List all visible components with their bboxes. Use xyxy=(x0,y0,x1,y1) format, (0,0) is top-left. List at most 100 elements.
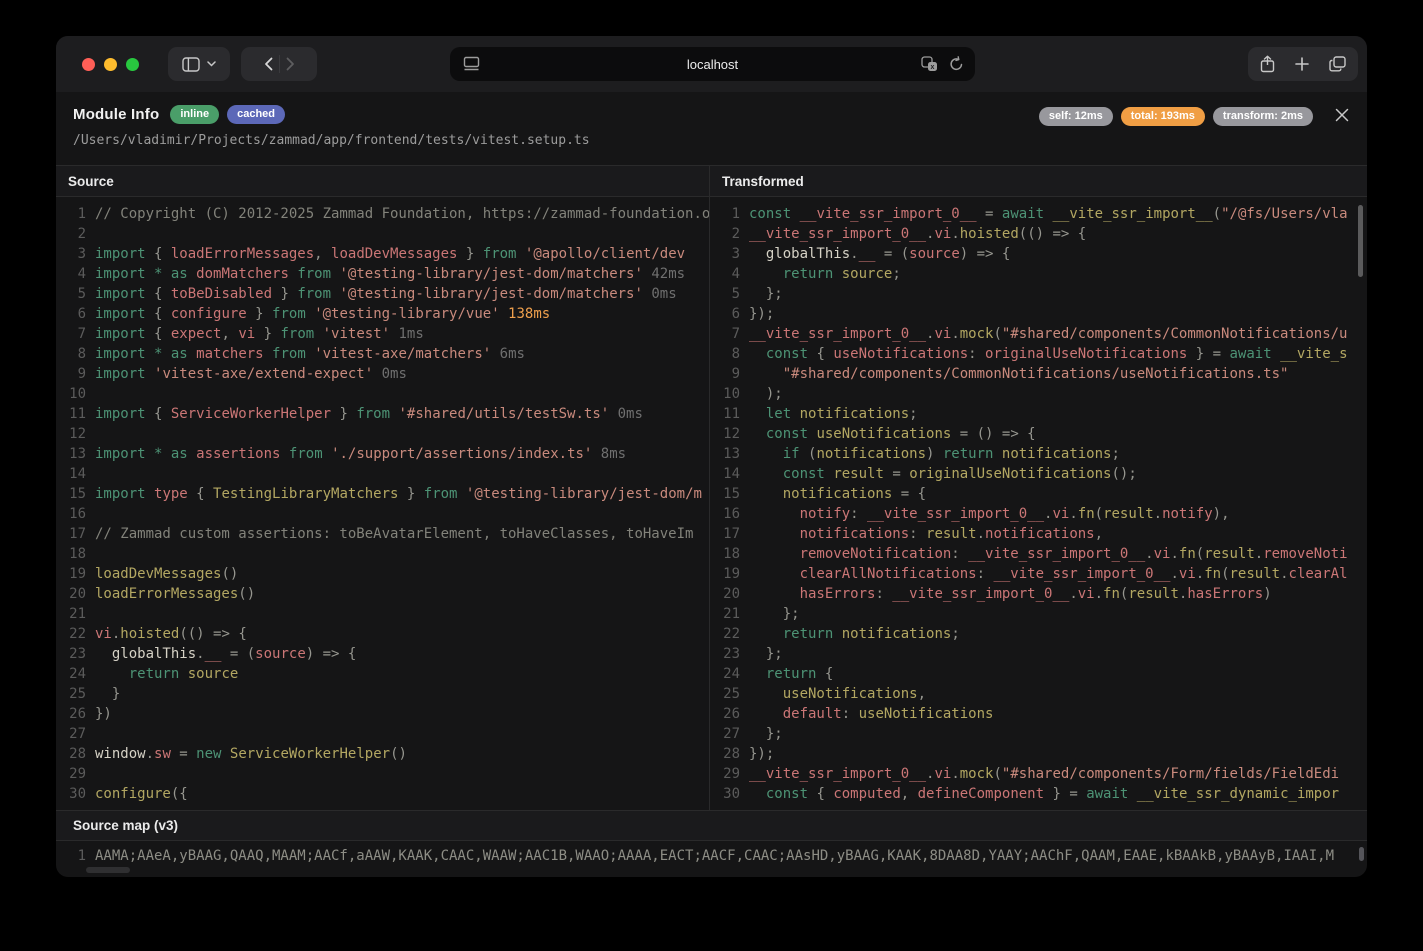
code-line: 19loadDevMessages() xyxy=(56,564,709,584)
timing-badges: self: 12mstotal: 193mstransform: 2ms xyxy=(1039,107,1313,126)
code-line: 27 }; xyxy=(710,724,1367,744)
translate-icon[interactable]: x xyxy=(921,56,938,72)
url-text: localhost xyxy=(450,57,975,72)
code-panels: Source 1// Copyright (C) 2012-2025 Zamma… xyxy=(56,165,1367,810)
source-code: 1// Copyright (C) 2012-2025 Zammad Found… xyxy=(56,197,709,810)
close-icon xyxy=(1335,108,1349,122)
transformed-scrollbar-thumb[interactable] xyxy=(1358,205,1363,277)
sourcemap-section: Source map (v3) 1 AAMA;AAeA,yBAAG,QAAQ,M… xyxy=(56,810,1367,877)
sourcemap-title: Source map (v3) xyxy=(73,818,178,833)
address-bar[interactable]: localhost x xyxy=(450,47,975,81)
module-file-path: /Users/vladimir/Projects/zammad/app/fron… xyxy=(73,133,1367,148)
source-panel-title: Source xyxy=(68,174,114,189)
new-tab-icon[interactable] xyxy=(1295,57,1309,71)
code-line: 23 }; xyxy=(710,644,1367,664)
code-line: 9import 'vitest-axe/extend-expect' 0ms xyxy=(56,364,709,384)
code-line: 29 xyxy=(56,764,709,784)
browser-window: localhost x xyxy=(56,36,1367,877)
code-line: 1// Copyright (C) 2012-2025 Zammad Found… xyxy=(56,204,709,224)
code-line: 21 }; xyxy=(710,604,1367,624)
code-line: 7__vite_ssr_import_0__.vi.mock("#shared/… xyxy=(710,324,1367,344)
code-line: 29__vite_ssr_import_0__.vi.mock("#shared… xyxy=(710,764,1367,784)
code-line: 4 return source; xyxy=(710,264,1367,284)
code-line: 4import * as domMatchers from '@testing-… xyxy=(56,264,709,284)
sidebar-icon xyxy=(182,57,200,72)
code-line: 2__vite_ssr_import_0__.vi.hoisted(() => … xyxy=(710,224,1367,244)
share-icon[interactable] xyxy=(1260,55,1275,73)
code-line: 14 xyxy=(56,464,709,484)
code-line: 22 return notifications; xyxy=(710,624,1367,644)
code-line: 23 globalThis.__ = (source) => { xyxy=(56,644,709,664)
toolbar-right-buttons xyxy=(1248,47,1358,81)
sourcemap-hscrollbar-thumb[interactable] xyxy=(86,867,130,873)
code-line: 6import { configure } from '@testing-lib… xyxy=(56,304,709,324)
code-line: 5import { toBeDisabled } from '@testing-… xyxy=(56,284,709,304)
back-button[interactable] xyxy=(264,57,273,71)
close-window-button[interactable] xyxy=(82,58,95,71)
code-line: 13 if (notifications) return notificatio… xyxy=(710,444,1367,464)
minimize-window-button[interactable] xyxy=(104,58,117,71)
status-badge: total: 193ms xyxy=(1121,107,1205,126)
sidebar-toggle-button[interactable] xyxy=(168,47,230,81)
tab-overview-icon[interactable] xyxy=(1329,56,1346,72)
nav-buttons xyxy=(241,47,317,81)
module-info-header: Module Info inlinecached self: 12mstotal… xyxy=(56,92,1367,165)
code-line: 26}) xyxy=(56,704,709,724)
code-line: 18 removeNotification: __vite_ssr_import… xyxy=(710,544,1367,564)
svg-text:x: x xyxy=(931,64,935,71)
code-line: 10 ); xyxy=(710,384,1367,404)
code-line: 2 xyxy=(56,224,709,244)
sourcemap-line-number: 1 xyxy=(56,846,86,877)
zoom-window-button[interactable] xyxy=(126,58,139,71)
sourcemap-line: 1 AAMA;AAeA,yBAAG,QAAQ,MAAM;AACf,aAAW,KA… xyxy=(56,841,1367,877)
code-line: 3import { loadErrorMessages, loadDevMess… xyxy=(56,244,709,264)
code-line: 8 const { useNotifications: originalUseN… xyxy=(710,344,1367,364)
code-line: 18 xyxy=(56,544,709,564)
code-line: 25 } xyxy=(56,684,709,704)
code-line: 12 xyxy=(56,424,709,444)
code-line: 20loadErrorMessages() xyxy=(56,584,709,604)
code-line: 9 "#shared/components/CommonNotification… xyxy=(710,364,1367,384)
page-title: Module Info xyxy=(73,106,159,123)
code-line: 30configure({ xyxy=(56,784,709,804)
code-line: 11import { ServiceWorkerHelper } from '#… xyxy=(56,404,709,424)
code-line: 5 }; xyxy=(710,284,1367,304)
code-line: 7import { expect, vi } from 'vitest' 1ms xyxy=(56,324,709,344)
code-line: 11 let notifications; xyxy=(710,404,1367,424)
status-badge: cached xyxy=(227,105,285,124)
code-line: 19 clearAllNotifications: __vite_ssr_imp… xyxy=(710,564,1367,584)
reload-icon[interactable] xyxy=(949,56,964,72)
code-line: 24 return source xyxy=(56,664,709,684)
nav-divider xyxy=(279,55,280,73)
code-line: 22vi.hoisted(() => { xyxy=(56,624,709,644)
transformed-panel: Transformed 1const __vite_ssr_import_0__… xyxy=(710,166,1367,810)
code-line: 16 notify: __vite_ssr_import_0__.vi.fn(r… xyxy=(710,504,1367,524)
sourcemap-header: Source map (v3) xyxy=(56,811,1367,841)
code-line: 17// Zammad custom assertions: toBeAvata… xyxy=(56,524,709,544)
code-line: 27 xyxy=(56,724,709,744)
module-badges: inline cached xyxy=(170,105,285,124)
transformed-panel-title: Transformed xyxy=(722,174,804,189)
status-badge: transform: 2ms xyxy=(1213,107,1313,126)
code-line: 24 return { xyxy=(710,664,1367,684)
source-panel: Source 1// Copyright (C) 2012-2025 Zamma… xyxy=(56,166,710,810)
code-line: 6}); xyxy=(710,304,1367,324)
code-line: 14 const result = originalUseNotificatio… xyxy=(710,464,1367,484)
sourcemap-mappings: AAMA;AAeA,yBAAG,QAAQ,MAAM;AACf,aAAW,KAAK… xyxy=(95,846,1334,877)
code-line: 28}); xyxy=(710,744,1367,764)
code-line: 3 globalThis.__ = (source) => { xyxy=(710,244,1367,264)
chevron-down-icon xyxy=(207,61,216,67)
sourcemap-vscrollbar-thumb[interactable] xyxy=(1359,847,1364,861)
source-panel-header: Source xyxy=(56,166,709,197)
code-line: 21 xyxy=(56,604,709,624)
code-line: 16 xyxy=(56,504,709,524)
forward-button[interactable] xyxy=(286,57,295,71)
transformed-panel-header: Transformed xyxy=(710,166,1367,197)
code-line: 17 notifications: result.notifications, xyxy=(710,524,1367,544)
status-badge: inline xyxy=(170,105,219,124)
code-line: 13import * as assertions from './support… xyxy=(56,444,709,464)
code-line: 26 default: useNotifications xyxy=(710,704,1367,724)
close-button[interactable] xyxy=(1332,105,1352,125)
code-line: 8import * as matchers from 'vitest-axe/m… xyxy=(56,344,709,364)
browser-toolbar: localhost x xyxy=(56,36,1367,92)
